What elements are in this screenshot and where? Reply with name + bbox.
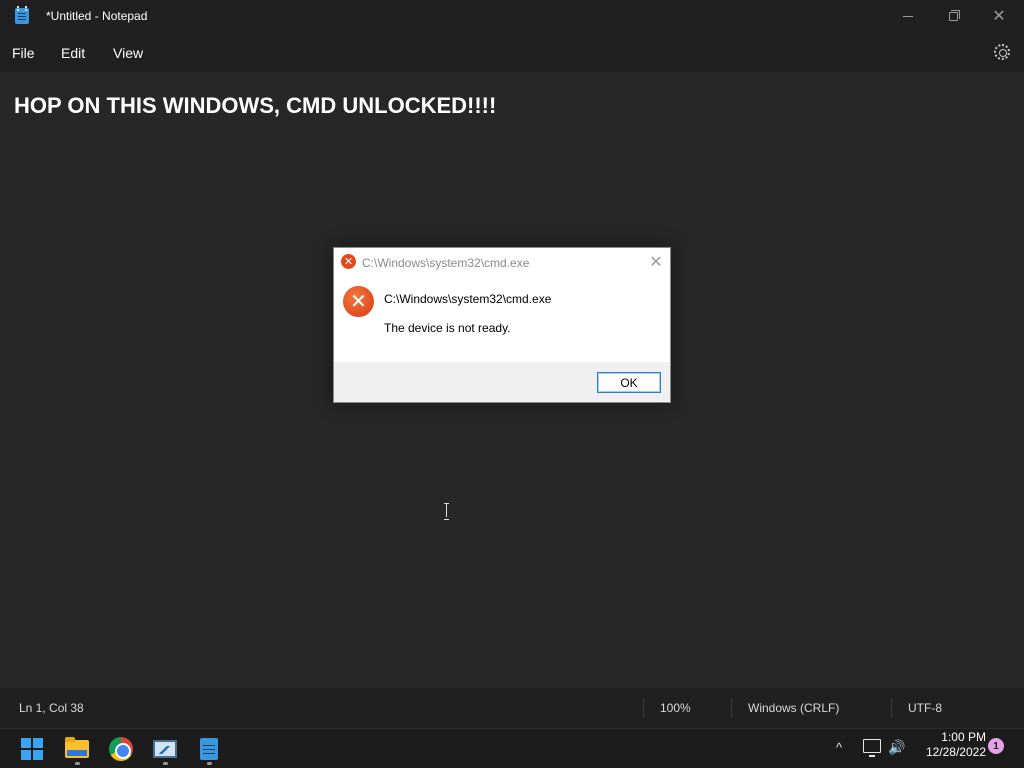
windows-logo-icon (21, 738, 43, 760)
restore-icon (948, 9, 960, 21)
notepad-icon (15, 6, 29, 24)
menu-bar: File Edit View (0, 32, 1024, 72)
minimize-button[interactable] (885, 0, 931, 32)
text-cursor-icon (444, 503, 450, 520)
dialog-footer: OK (334, 362, 670, 402)
running-indicator (75, 762, 80, 765)
running-indicator (207, 762, 212, 765)
line-ending[interactable]: Windows (CRLF) (748, 701, 839, 715)
clock-time: 1:00 PM (941, 730, 986, 744)
clock[interactable]: 1:00 PM 12/28/2022 (916, 730, 986, 760)
close-icon: ✕ (992, 8, 1006, 25)
zoom-level[interactable]: 100% (660, 701, 691, 715)
error-icon: ✕ (343, 286, 374, 317)
cursor-position: Ln 1, Col 38 (19, 701, 84, 715)
status-divider (891, 698, 892, 718)
file-explorer-button[interactable] (61, 733, 93, 765)
menu-file[interactable]: File (12, 45, 35, 61)
ok-button[interactable]: OK (597, 372, 661, 393)
gear-icon[interactable] (994, 44, 1010, 60)
restore-button[interactable] (930, 0, 976, 32)
running-indicator (163, 762, 168, 765)
task-manager-button[interactable] (149, 733, 181, 765)
volume-icon[interactable]: 🔊 (888, 739, 905, 756)
editor-content[interactable]: HOP ON THIS WINDOWS, CMD UNLOCKED!!!! (14, 93, 496, 119)
chevron-up-icon[interactable]: ^ (836, 740, 850, 755)
menu-edit[interactable]: Edit (61, 45, 85, 61)
dialog-title: C:\Windows\system32\cmd.exe (362, 256, 530, 270)
clock-date: 12/28/2022 (925, 745, 986, 759)
network-icon[interactable] (863, 739, 881, 757)
dialog-heading: C:\Windows\system32\cmd.exe (384, 292, 552, 306)
chrome-icon (109, 737, 133, 761)
window-title: *Untitled - Notepad (46, 9, 148, 23)
task-manager-icon (153, 740, 177, 758)
close-button[interactable]: ✕ (976, 0, 1022, 32)
taskbar: ^ 🔊 1:00 PM 12/28/2022 1 (0, 728, 1024, 768)
menu-view[interactable]: View (113, 45, 143, 61)
encoding[interactable]: UTF-8 (908, 701, 942, 715)
status-bar: Ln 1, Col 38 100% Windows (CRLF) UTF-8 (0, 688, 1024, 728)
title-bar: *Untitled - Notepad ✕ (0, 0, 1024, 32)
notepad-icon (200, 738, 218, 760)
error-icon: ✕ (341, 254, 356, 269)
dialog-message: The device is not ready. (384, 321, 511, 335)
status-divider (643, 698, 644, 718)
minimize-icon (903, 15, 913, 17)
start-button[interactable] (16, 733, 48, 765)
dialog-close-button[interactable]: ✕ (648, 252, 664, 271)
folder-icon (65, 737, 89, 758)
notepad-taskbar-button[interactable] (193, 733, 225, 765)
error-dialog: ✕ C:\Windows\system32\cmd.exe ✕ ✕ C:\Win… (333, 247, 671, 403)
dialog-title-bar: ✕ C:\Windows\system32\cmd.exe ✕ (334, 248, 670, 276)
chrome-button[interactable] (105, 733, 137, 765)
notification-badge[interactable]: 1 (988, 738, 1004, 754)
status-divider (731, 698, 732, 718)
